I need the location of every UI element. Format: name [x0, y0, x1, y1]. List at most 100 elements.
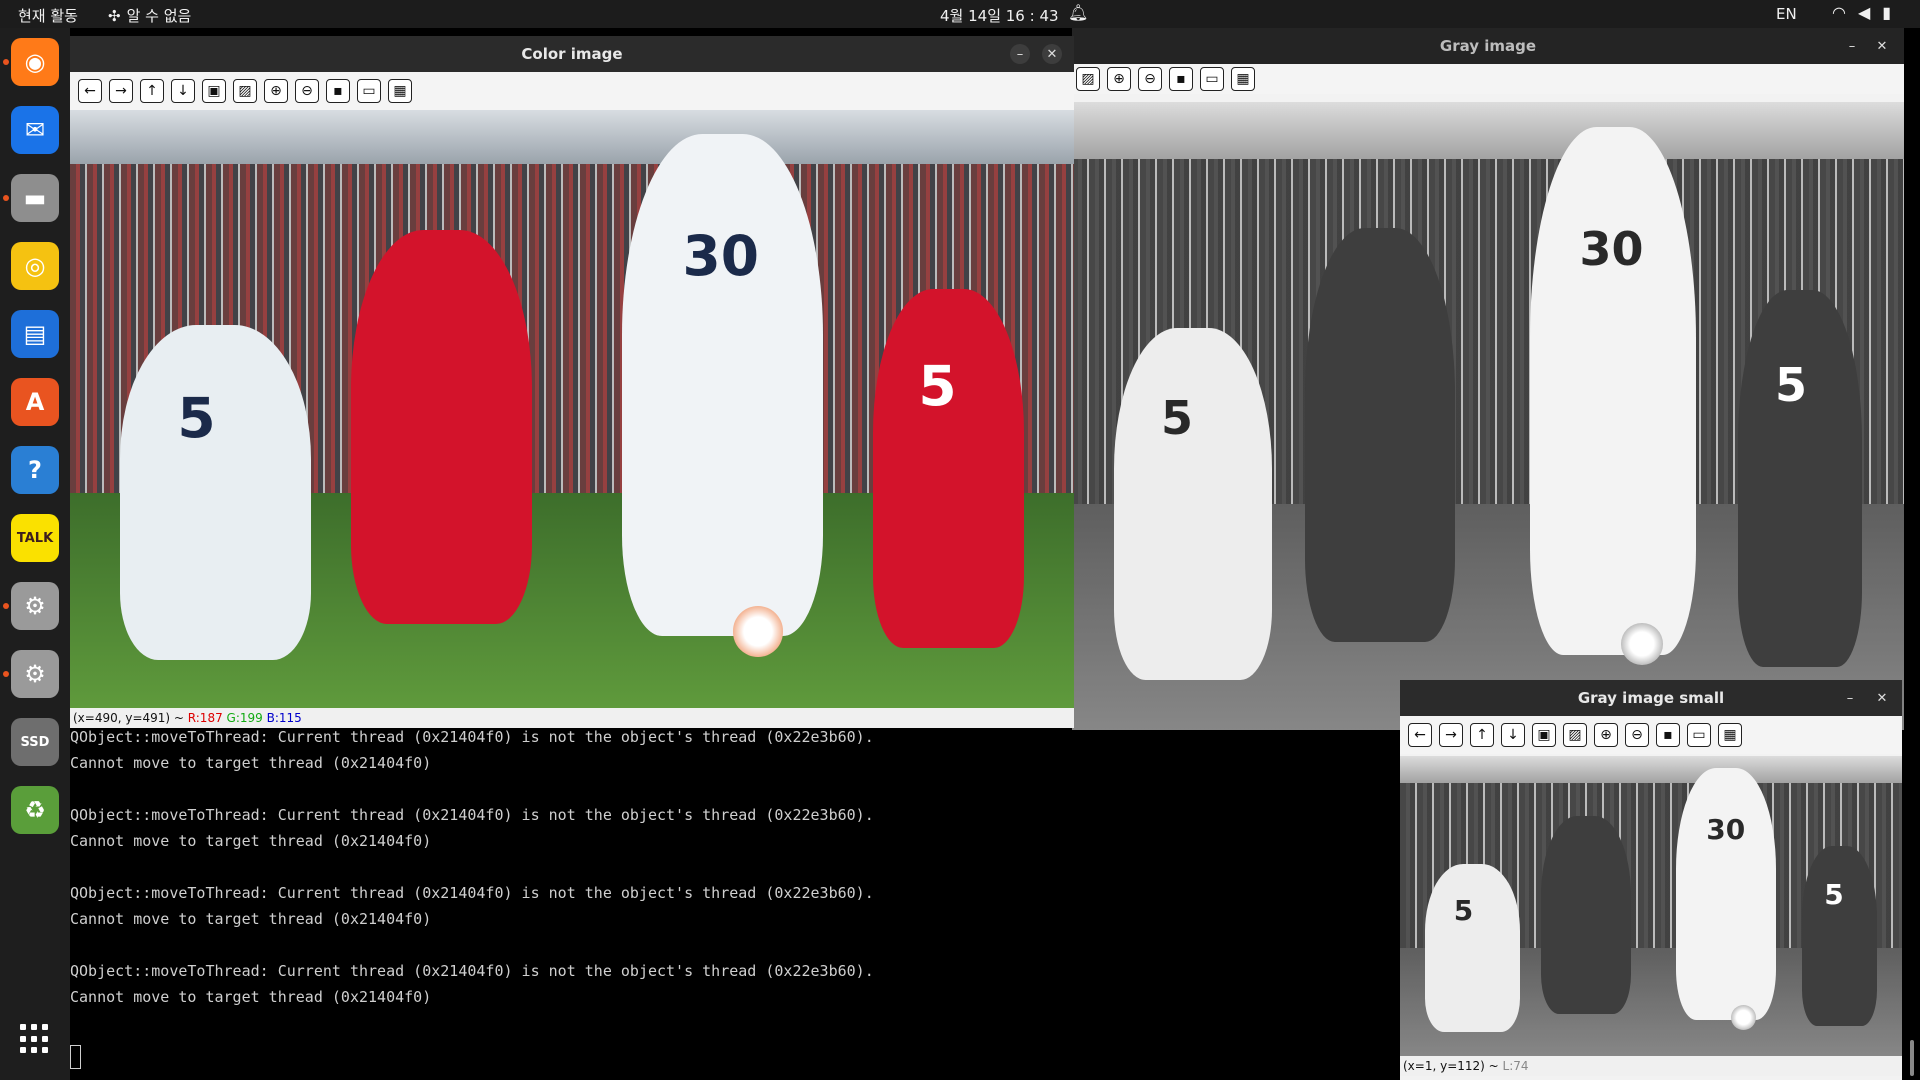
dock-item-writer[interactable]: ▤ [11, 310, 59, 358]
dock-item-files[interactable]: ▬ [11, 174, 59, 222]
system-status-menu[interactable]: ◠ ◀︎ ▮ [1832, 3, 1891, 22]
pixel-coords: (x=1, y=112) ~ [1403, 1059, 1503, 1073]
pixel-g: G:199 [226, 711, 263, 725]
app-menu[interactable]: ✣ 알 수 없음 [108, 5, 191, 26]
zoom-fit-icon[interactable]: ▣ [202, 79, 226, 103]
arrow-down-icon[interactable]: ↓ [1501, 723, 1525, 747]
clock[interactable]: 4월 14일 16 : 43 [940, 5, 1059, 26]
app-store-icon: A [25, 388, 45, 416]
dock-item-kakaotalk[interactable]: TALK [11, 514, 59, 562]
color-image-statusbar: (x=490, y=491) ~ R:187 G:199 B:115 [70, 708, 1074, 728]
zoom-in-icon[interactable]: ⊕ [264, 79, 288, 103]
color-image-canvas[interactable]: 5 30 5 [70, 110, 1074, 708]
terminal-output[interactable]: QObject::moveToThread: Current thread (0… [70, 728, 1400, 1080]
color-image-titlebar[interactable]: Color image [70, 36, 1074, 72]
save-icon[interactable]: ▪ [1656, 723, 1680, 747]
properties-icon[interactable]: ▦ [1231, 67, 1255, 91]
gear-icon: ⚙ [24, 660, 46, 688]
player-figure [351, 229, 532, 625]
dock-item-firefox[interactable]: ◉ [11, 38, 59, 86]
player-figure [622, 133, 823, 637]
terminal-line: Cannot move to target thread (0x21404f0) [70, 754, 432, 772]
arrow-up-icon[interactable]: ↑ [140, 79, 164, 103]
thunderbird-icon: ✉ [24, 116, 46, 144]
terminal-line: Cannot move to target thread (0x21404f0) [70, 832, 432, 850]
disk-icon: SSD [20, 734, 50, 750]
dock-item-settings-2[interactable]: ⚙ [11, 650, 59, 698]
copy-icon[interactable]: ▭ [1200, 67, 1224, 91]
zoom-original-icon[interactable]: ▨ [1076, 67, 1100, 91]
jersey-number: 5 [1775, 358, 1808, 413]
top-bar: 현재 활동 ✣ 알 수 없음 4월 14일 16 : 43 🔔︎ EN ◠ ◀︎… [0, 0, 1920, 28]
zoom-fit-icon[interactable]: ▣ [1532, 723, 1556, 747]
copy-icon[interactable]: ▭ [357, 79, 381, 103]
player-figure [1425, 864, 1521, 1032]
window-title: Gray image small [1577, 689, 1725, 707]
player-figure [1540, 816, 1631, 1014]
arrow-right-icon[interactable]: → [109, 79, 133, 103]
dock-item-trash[interactable]: ♻ [11, 786, 59, 834]
help-icon: ? [28, 456, 42, 484]
zoom-original-icon[interactable]: ▨ [233, 79, 257, 103]
close-button[interactable]: ✕ [1042, 44, 1062, 64]
activities-button[interactable]: 현재 활동 [18, 5, 78, 26]
minimize-button[interactable]: – [1842, 36, 1862, 56]
window-title: Color image [521, 45, 623, 63]
minimize-button[interactable]: – [1010, 44, 1030, 64]
arrow-right-icon[interactable]: → [1439, 723, 1463, 747]
arrow-left-icon[interactable]: ← [1408, 723, 1432, 747]
minimize-button[interactable]: – [1840, 688, 1860, 708]
player-figure [1676, 768, 1777, 1020]
dock-item-ssd[interactable]: SSD [11, 718, 59, 766]
arrow-down-icon[interactable]: ↓ [171, 79, 195, 103]
gray-small-titlebar[interactable]: Gray image small [1400, 680, 1902, 716]
music-icon: ◎ [24, 252, 46, 280]
arrow-up-icon[interactable]: ↑ [1470, 723, 1494, 747]
pixel-r: R:187 [187, 711, 223, 725]
close-button[interactable]: ✕ [1872, 688, 1892, 708]
jersey-number: 5 [1161, 391, 1194, 446]
terminal-line: Cannot move to target thread (0x21404f0) [70, 988, 432, 1006]
dock-item-rhythmbox[interactable]: ◎ [11, 242, 59, 290]
battery-icon: ▮ [1882, 3, 1892, 22]
dock-item-settings-1[interactable]: ⚙ [11, 582, 59, 630]
football [1621, 623, 1663, 665]
document-icon: ▤ [23, 320, 47, 348]
running-indicator [3, 603, 9, 609]
jersey-number: 5 [1824, 878, 1844, 912]
dock-item-thunderbird[interactable]: ✉ [11, 106, 59, 154]
gray-image-canvas[interactable]: 5 30 5 [1072, 102, 1904, 730]
copy-icon[interactable]: ▭ [1687, 723, 1711, 747]
properties-icon[interactable]: ▦ [1718, 723, 1742, 747]
gray-small-canvas[interactable]: 5 30 5 [1400, 756, 1902, 1056]
player-figure [1529, 127, 1696, 655]
zoom-in-icon[interactable]: ⊕ [1107, 67, 1131, 91]
running-indicator [3, 671, 9, 677]
gray-image-titlebar[interactable]: Gray image [1072, 28, 1904, 64]
terminal-scrollbar[interactable] [1910, 1040, 1914, 1076]
input-language-indicator[interactable]: EN [1776, 5, 1797, 23]
dock-item-app-center[interactable]: A [11, 378, 59, 426]
gear-icon: ⚙ [24, 592, 46, 620]
zoom-in-icon[interactable]: ⊕ [1594, 723, 1618, 747]
apps-grid-icon[interactable] [20, 1024, 50, 1054]
save-icon[interactable]: ▪ [326, 79, 350, 103]
player-figure [1801, 846, 1877, 1026]
talk-icon: TALK [16, 530, 54, 546]
terminal-cursor [70, 1045, 81, 1069]
zoom-out-icon[interactable]: ⊖ [295, 79, 319, 103]
jersey-number: 5 [1453, 894, 1474, 928]
close-button[interactable]: ✕ [1872, 36, 1892, 56]
dock-item-help[interactable]: ? [11, 446, 59, 494]
save-icon[interactable]: ▪ [1169, 67, 1193, 91]
zoom-original-icon[interactable]: ▨ [1563, 723, 1587, 747]
arrow-left-icon[interactable]: ← [78, 79, 102, 103]
zoom-out-icon[interactable]: ⊖ [1138, 67, 1162, 91]
zoom-out-icon[interactable]: ⊖ [1625, 723, 1649, 747]
terminal-line: QObject::moveToThread: Current thread (0… [70, 728, 874, 746]
pixel-l: L:74 [1502, 1059, 1529, 1073]
notification-bell-icon[interactable]: 🔔︎ [1068, 3, 1088, 22]
properties-icon[interactable]: ▦ [388, 79, 412, 103]
adidas-banner [1072, 102, 1904, 159]
wifi-icon: ◠ [1832, 3, 1846, 22]
